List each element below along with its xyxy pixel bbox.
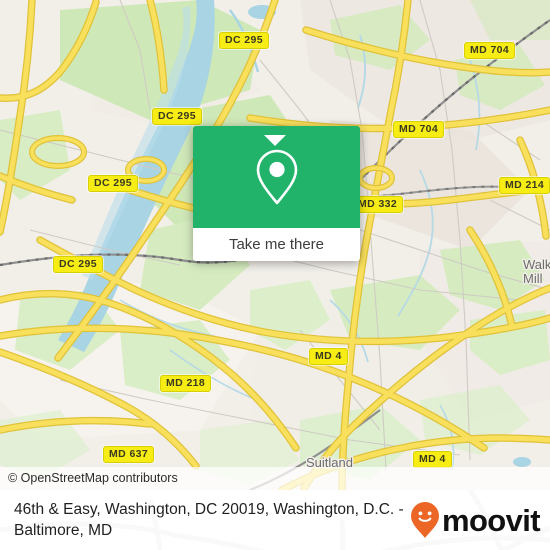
road-shield: DC 295 (88, 175, 139, 192)
moovit-brand[interactable]: moovit (410, 501, 541, 539)
footer-bar: 46th & Easy, Washington, DC 20019, Washi… (0, 490, 550, 550)
moovit-wordmark: moovit (441, 502, 541, 538)
osm-attribution[interactable]: © OpenStreetMap contributors (0, 467, 550, 490)
osm-attribution-text: © OpenStreetMap contributors (8, 471, 178, 485)
place-label-walker-mill: Walk Mill (523, 258, 550, 286)
map-pin-icon (256, 149, 297, 205)
road-shield: MD 218 (160, 375, 212, 392)
map-canvas[interactable]: DC 295 DC 295 DC 295 DC 295 MD 704 MD 70… (0, 0, 550, 490)
road-shield: MD 4 (309, 348, 348, 365)
road-shield: DC 295 (53, 256, 104, 273)
take-me-there-popup[interactable]: Take me there (193, 126, 360, 261)
place-label-line: Walk (523, 257, 550, 272)
road-shield: MD 704 (464, 42, 516, 59)
location-title: 46th & Easy, Washington, DC 20019, Washi… (14, 501, 404, 539)
screenshot-root: DC 295 DC 295 DC 295 DC 295 MD 704 MD 70… (0, 0, 550, 550)
road-shield: DC 295 (152, 108, 203, 125)
popup-pointer-tail (264, 135, 286, 146)
road-shield: MD 214 (499, 177, 550, 194)
road-shield: MD 704 (393, 121, 445, 138)
moovit-pin-smiley-icon (410, 502, 439, 538)
place-label-line: Mill (523, 271, 543, 286)
road-shield: DC 295 (219, 32, 270, 49)
road-shield: MD 637 (103, 446, 155, 463)
take-me-there-label: Take me there (228, 236, 325, 253)
road-shield: MD 4 (413, 451, 452, 468)
footer-content: 46th & Easy, Washington, DC 20019, Washi… (0, 490, 550, 550)
take-me-there-button[interactable]: Take me there (193, 228, 360, 261)
